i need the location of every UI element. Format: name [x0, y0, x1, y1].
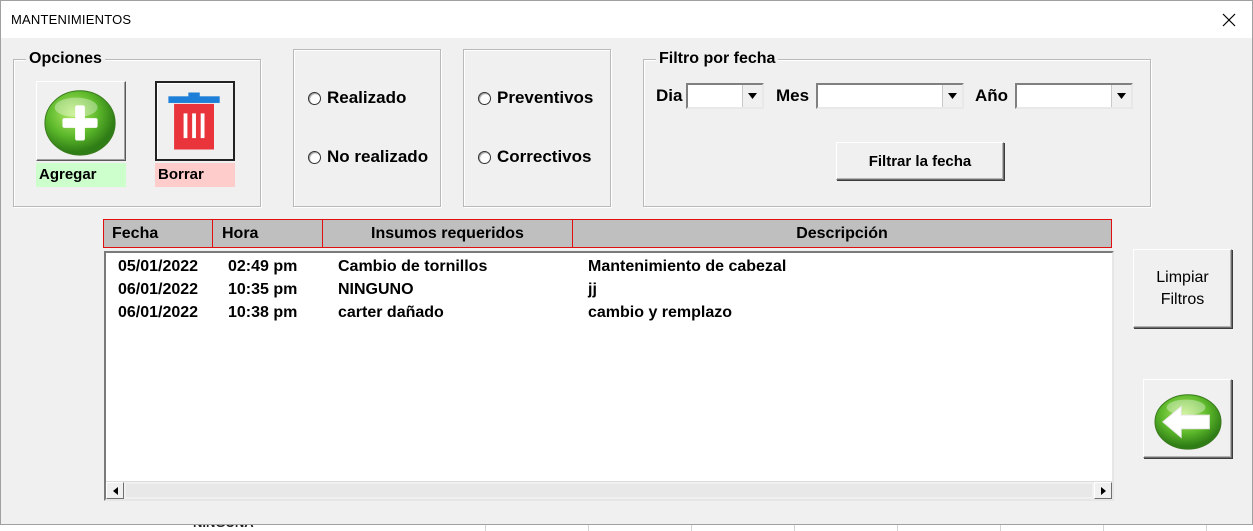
chevron-down-icon: [1117, 93, 1126, 99]
mes-select[interactable]: [816, 83, 964, 109]
title-bar: MANTENIMIENTOS: [1, 1, 1252, 38]
borrar-button[interactable]: [155, 81, 235, 161]
filtro-fecha-legend: Filtro por fecha: [656, 50, 779, 68]
column-header-fecha: Fecha: [103, 219, 213, 248]
mes-label: Mes: [776, 86, 810, 105]
cell-descripcion: Mantenimiento de cabezal: [588, 258, 787, 275]
maintenance-list[interactable]: 05/01/2022 02:49 pm Cambio de tornillos …: [104, 251, 1114, 501]
borrar-label: Borrar: [155, 163, 235, 187]
cell-hora: 10:38 pm: [228, 304, 298, 321]
cell-fecha: 06/01/2022: [118, 281, 199, 298]
tipo-frame: [463, 49, 611, 207]
radio-button[interactable]: [478, 91, 491, 105]
cell-hora: 02:49 pm: [228, 258, 298, 275]
radio-preventivos-label: Preventivos: [497, 88, 594, 107]
chevron-right-icon: [1100, 486, 1106, 495]
dia-select[interactable]: [686, 83, 764, 109]
horizontal-scrollbar[interactable]: [106, 481, 1112, 499]
chevron-left-icon: [112, 486, 118, 495]
window-title: MANTENIMIENTOS: [11, 12, 132, 27]
trash-icon: [168, 92, 220, 150]
radio-button[interactable]: [478, 150, 491, 164]
cell-descripcion: cambio y remplazo: [588, 304, 733, 321]
radio-correctivos[interactable]: Correctivos: [478, 147, 591, 167]
agregar-label: Agregar: [36, 163, 126, 187]
column-header-insumos: Insumos requeridos: [322, 219, 573, 248]
column-header-descripcion: Descripción: [572, 219, 1112, 248]
dia-label: Dia: [656, 86, 683, 105]
radio-no-realizado-label: No realizado: [327, 147, 429, 166]
dia-dropdown-button[interactable]: [742, 85, 762, 107]
mes-dropdown-button[interactable]: [942, 85, 962, 107]
add-icon: [44, 90, 116, 156]
scroll-track[interactable]: [126, 484, 1092, 497]
chevron-down-icon: [748, 93, 757, 99]
close-icon: [1222, 13, 1236, 26]
limpiar-filtros-button[interactable]: Limpiar Filtros: [1133, 249, 1232, 328]
radio-realizado[interactable]: Realizado: [308, 88, 406, 108]
ano-dropdown-button[interactable]: [1111, 85, 1131, 107]
radio-preventivos[interactable]: Preventivos: [478, 88, 593, 108]
radio-correctivos-label: Correctivos: [497, 147, 592, 166]
ano-select[interactable]: [1015, 83, 1133, 109]
agregar-button[interactable]: [36, 81, 126, 161]
ano-label: Año: [975, 86, 1009, 105]
back-button[interactable]: [1143, 379, 1232, 458]
radio-no-realizado[interactable]: No realizado: [308, 147, 428, 167]
close-button[interactable]: [1206, 1, 1252, 38]
filtro-fecha-frame: Filtro por fecha: [643, 50, 1151, 207]
radio-realizado-label: Realizado: [327, 88, 407, 107]
cell-hora: 10:35 pm: [228, 281, 298, 298]
chevron-down-icon: [948, 93, 957, 99]
limpiar-filtros-line2: Filtros: [1160, 290, 1205, 308]
list-row[interactable]: 05/01/2022 02:49 pm Cambio de tornillos …: [106, 255, 1112, 278]
cell-fecha: 05/01/2022: [118, 258, 199, 275]
limpiar-filtros-line1: Limpiar: [1156, 268, 1209, 286]
cell-insumos: carter dañado: [338, 304, 444, 321]
column-header-hora: Hora: [212, 219, 323, 248]
radio-button[interactable]: [308, 91, 321, 105]
opciones-legend: Opciones: [26, 50, 105, 68]
cell-insumos: NINGUNO: [338, 281, 414, 298]
cell-insumos: Cambio de tornillos: [338, 258, 488, 275]
scroll-left-button[interactable]: [106, 482, 124, 499]
list-row[interactable]: 06/01/2022 10:38 pm carter dañado cambio…: [106, 301, 1112, 324]
list-row[interactable]: 06/01/2022 10:35 pm NINGUNO jj: [106, 278, 1112, 301]
back-arrow-icon: [1153, 393, 1222, 450]
filtrar-fecha-button[interactable]: Filtrar la fecha: [836, 142, 1004, 180]
cell-fecha: 06/01/2022: [118, 304, 199, 321]
estado-frame: [293, 49, 441, 207]
cell-descripcion: jj: [588, 281, 597, 298]
scroll-right-button[interactable]: [1094, 482, 1112, 499]
mantenimientos-dialog: MANTENIMIENTOS Opciones Agregar Borrar R…: [0, 0, 1253, 525]
radio-button[interactable]: [308, 150, 321, 164]
